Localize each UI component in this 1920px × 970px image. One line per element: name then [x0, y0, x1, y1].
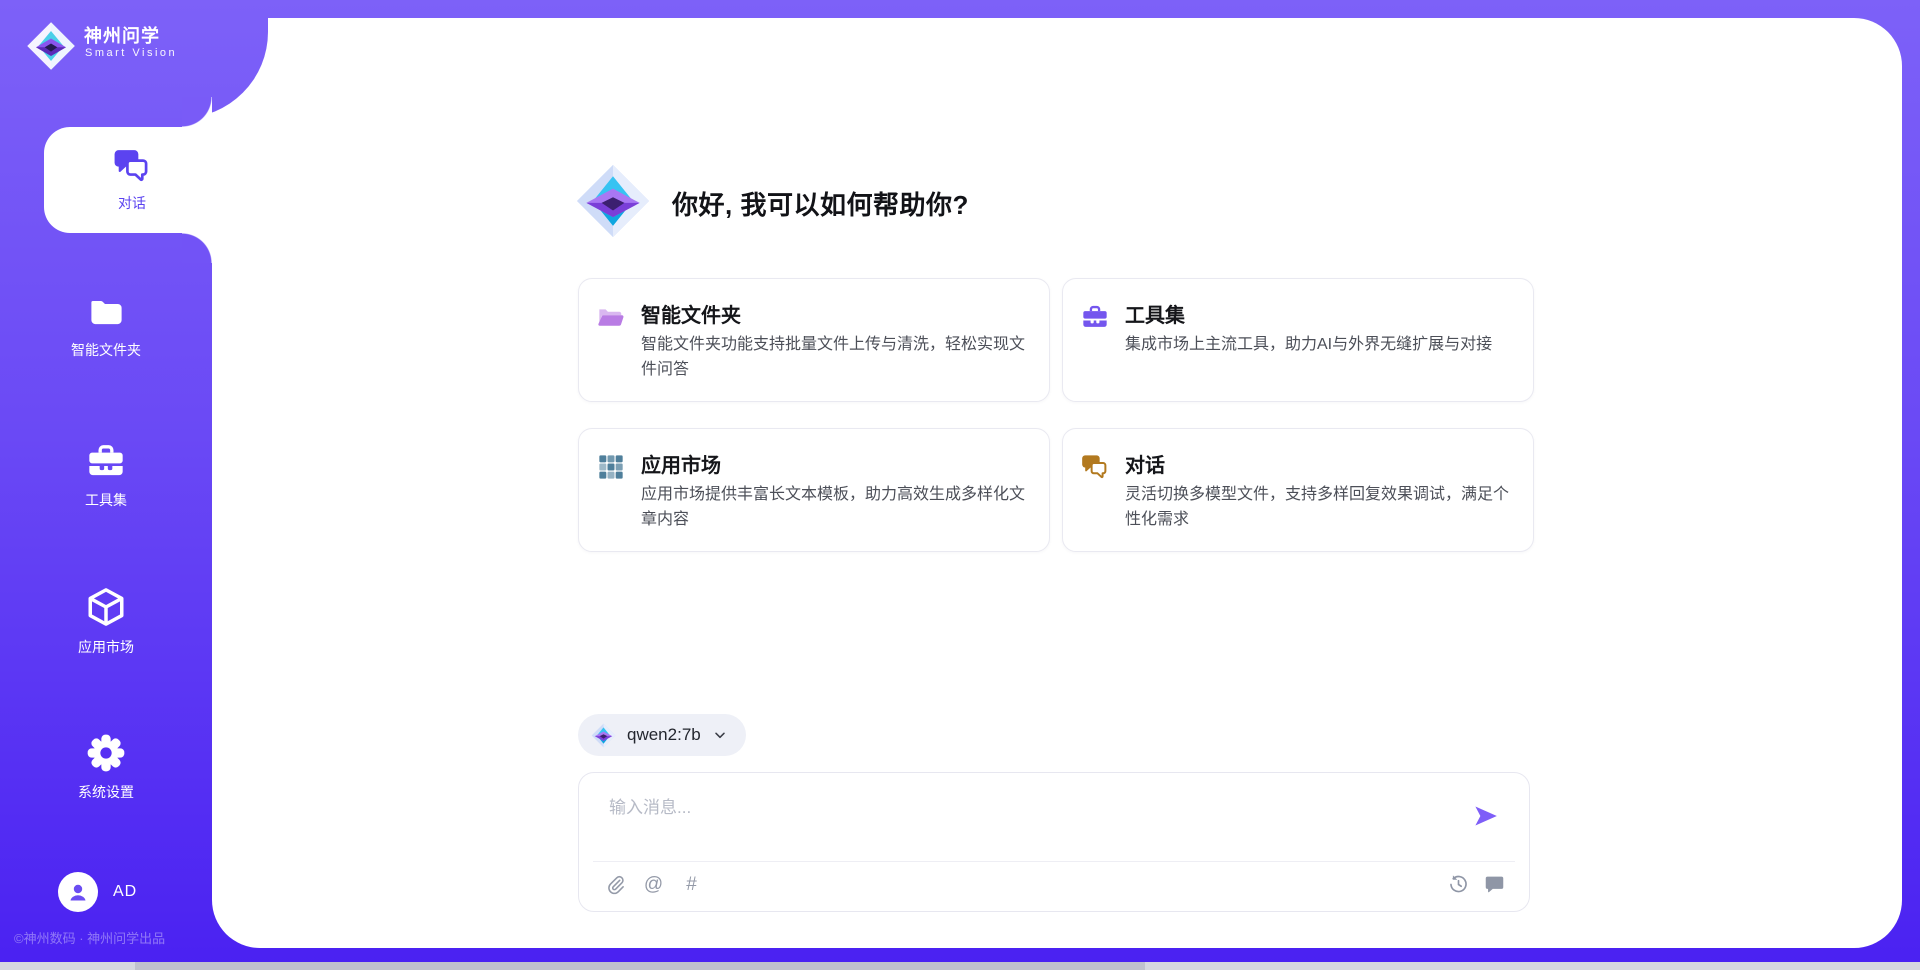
composer-tools-right: [1448, 874, 1505, 895]
greeting-logo-icon: [575, 163, 651, 239]
brand-logo-icon: [26, 21, 76, 71]
tab-fillet-top: [182, 97, 212, 127]
tab-fillet-bottom: [182, 233, 212, 263]
card-title: 智能文件夹: [641, 299, 741, 328]
model-logo-icon: [591, 723, 616, 748]
sidebar-item-app-market[interactable]: 应用市场: [0, 586, 212, 657]
greeting-text: 你好, 我可以如何帮助你?: [672, 185, 969, 222]
card-chat[interactable]: 对话 灵活切换多模型文件，支持多样回复效果调试，满足个性化需求: [1062, 428, 1534, 552]
toolbox-icon: [1081, 303, 1109, 331]
sidebar-item-label: 应用市场: [78, 637, 134, 657]
sidebar-item-label: 工具集: [85, 490, 127, 510]
scrollbar-thumb[interactable]: [135, 962, 1145, 970]
message-composer: @ #: [578, 772, 1530, 912]
chat-bubble-icon[interactable]: [1484, 874, 1505, 895]
sidebar-item-settings[interactable]: 系统设置: [0, 733, 212, 802]
card-description: 应用市场提供丰富长文本模板，助力高效生成多样化文章内容: [641, 482, 1039, 532]
cube-icon: [85, 586, 127, 628]
sidebar-item-smart-folder[interactable]: 智能文件夹: [0, 294, 212, 360]
card-toolset[interactable]: 工具集 集成市场上主流工具，助力AI与外界无缝扩展与对接: [1062, 278, 1534, 402]
sidebar-item-toolset[interactable]: 工具集: [0, 441, 212, 510]
sidebar-item-chat[interactable]: 对话: [44, 127, 220, 233]
hash-icon[interactable]: #: [681, 874, 702, 895]
composer-divider: [593, 861, 1515, 862]
card-title: 工具集: [1125, 299, 1185, 328]
horizontal-scrollbar[interactable]: [0, 962, 1920, 970]
sidebar-item-label: 智能文件夹: [71, 340, 141, 360]
sidebar-footer: ©神州数码 · 神州问学出品: [14, 928, 165, 947]
card-smart-folder[interactable]: 智能文件夹 智能文件夹功能支持批量文件上传与清洗，轻松实现文件问答: [578, 278, 1050, 402]
app: 你好, 我可以如何帮助你? 智能文件夹 智能文件夹功能支持批量文件上传与清洗，轻…: [0, 0, 1920, 970]
chat-bubbles-icon: [113, 147, 151, 185]
card-description: 灵活切换多模型文件，支持多样回复效果调试，满足个性化需求: [1125, 482, 1523, 532]
brand-title: 神州问学: [84, 22, 160, 48]
model-name: qwen2:7b: [627, 725, 701, 745]
main-content: 你好, 我可以如何帮助你? 智能文件夹 智能文件夹功能支持批量文件上传与清洗，轻…: [212, 18, 1902, 948]
message-input[interactable]: [607, 787, 1451, 829]
chat-bubbles-icon: [1081, 453, 1109, 481]
chevron-down-icon: [712, 727, 728, 743]
paperclip-icon[interactable]: [605, 874, 626, 895]
composer-tools-left: @ #: [605, 874, 702, 895]
send-icon[interactable]: [1473, 803, 1499, 829]
history-icon[interactable]: [1448, 874, 1469, 895]
user-profile[interactable]: AD: [58, 872, 137, 912]
card-title: 应用市场: [641, 449, 721, 478]
folder-icon: [88, 294, 125, 331]
gear-icon: [86, 733, 126, 773]
avatar: [58, 872, 98, 912]
sidebar-item-label: 对话: [118, 193, 146, 213]
user-name: AD: [113, 883, 137, 901]
at-sign-icon[interactable]: @: [643, 874, 664, 895]
brand-header: 神州问学 Smart Vision: [0, 0, 268, 118]
sidebar-item-label: 系统设置: [78, 782, 134, 802]
model-selector[interactable]: qwen2:7b: [578, 714, 746, 756]
card-description: 集成市场上主流工具，助力AI与外界无缝扩展与对接: [1125, 332, 1523, 357]
toolbox-icon: [86, 441, 126, 481]
card-app-market[interactable]: 应用市场 应用市场提供丰富长文本模板，助力高效生成多样化文章内容: [578, 428, 1050, 552]
folder-open-icon: [597, 303, 625, 331]
card-title: 对话: [1125, 449, 1165, 478]
card-description: 智能文件夹功能支持批量文件上传与清洗，轻松实现文件问答: [641, 332, 1039, 382]
grid-icon: [597, 453, 625, 481]
brand-subtitle: Smart Vision: [85, 47, 177, 59]
